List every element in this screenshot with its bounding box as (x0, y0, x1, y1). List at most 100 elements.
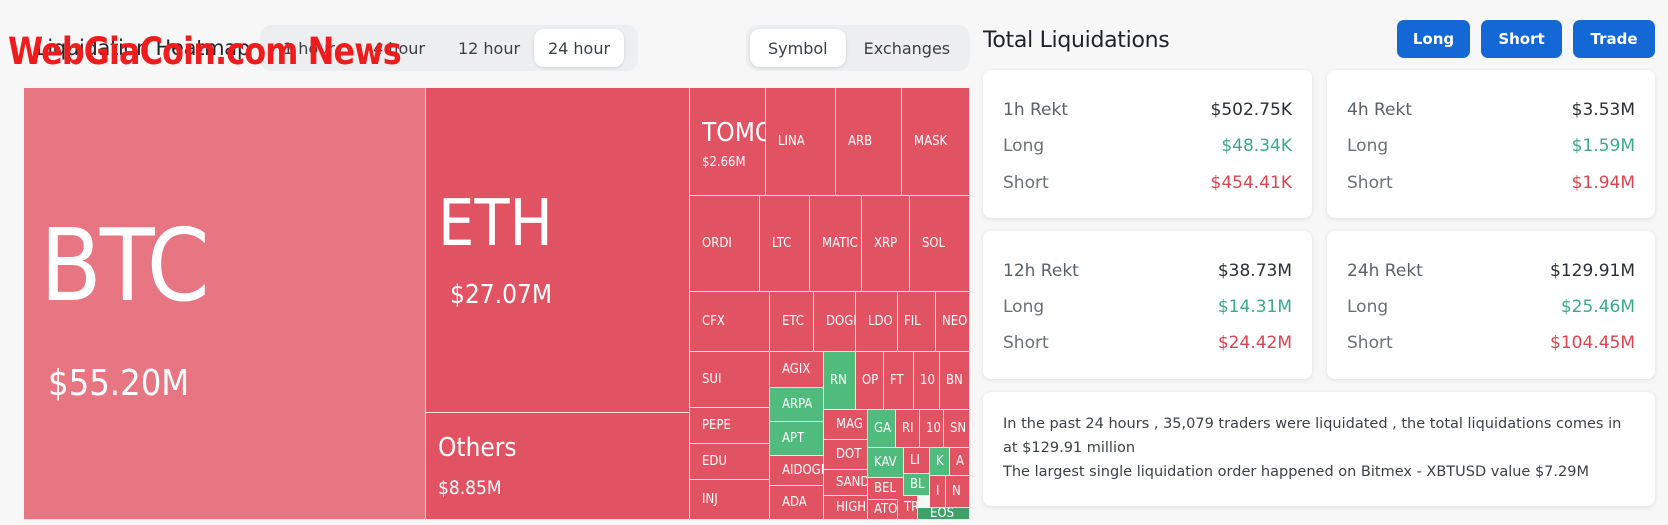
summary-line-2: The largest single liquidation order hap… (1003, 464, 1589, 480)
cell-symbol: 10 (920, 373, 935, 388)
long-label: Long (1347, 297, 1389, 317)
treemap-cell[interactable]: LINA (766, 88, 836, 196)
cell-symbol: INJ (702, 492, 718, 507)
short-button[interactable]: Short (1481, 20, 1562, 58)
treemap-cell[interactable]: APT (770, 422, 824, 456)
cell-value: $8.85M (438, 477, 502, 499)
short-value: $24.42M (1217, 333, 1292, 353)
cell-symbol: 10 (926, 421, 941, 436)
cell-symbol: CFX (702, 314, 725, 329)
treemap-cell[interactable]: INJ (690, 480, 770, 520)
treemap-cell[interactable]: KAV (868, 448, 904, 478)
treemap-cell[interactable]: LTC (760, 196, 810, 292)
liquidation-treemap: BTC $55.20M ETH $27.07M Others $8.85M TO… (24, 88, 970, 520)
treemap-cell[interactable]: SUI (690, 352, 770, 408)
treemap-cell[interactable]: MASK (902, 88, 970, 196)
treemap-cell[interactable]: A (950, 448, 970, 476)
cell-symbol: TR (904, 500, 918, 515)
card-total: $129.91M (1550, 261, 1635, 281)
heatmap-title: Liquidation Heatmap (36, 36, 250, 60)
treemap-cell[interactable]: BL (904, 474, 930, 496)
cell-symbol: ARB (848, 134, 873, 149)
treemap-cell[interactable]: ADA (770, 486, 824, 520)
treemap-cell[interactable]: NEO (936, 292, 970, 352)
card-12h-rekt: 12h Rekt $38.73M Long $14.31M Short $24.42M (983, 231, 1312, 379)
long-value: $48.34K (1221, 136, 1292, 156)
treemap-cell[interactable]: SAND (824, 470, 868, 496)
time-range-selector: 1 hour 4 hour 12 hour 24 hour (260, 25, 638, 71)
cell-value: $2.66M (702, 155, 746, 170)
treemap-cell[interactable]: BN (940, 352, 970, 410)
short-value: $454.41K (1210, 173, 1292, 193)
tab-1-hour[interactable]: 1 hour (264, 29, 354, 67)
treemap-cell[interactable]: CFX (690, 292, 770, 352)
treemap-cell[interactable]: RI (896, 410, 920, 448)
treemap-cell[interactable]: MAG (824, 410, 868, 440)
trade-button[interactable]: Trade (1573, 20, 1655, 58)
treemap-cell[interactable]: EDU (690, 444, 770, 480)
treemap-cell[interactable]: EOS (918, 508, 970, 520)
cell-symbol: ETC (782, 314, 804, 329)
treemap-cell[interactable]: MATIC (810, 196, 862, 292)
cell-symbol: EOS (930, 508, 955, 520)
treemap-cell[interactable]: I (930, 476, 946, 508)
cell-symbol: FIL (904, 314, 921, 329)
card-4h-rekt: 4h Rekt $3.53M Long $1.59M Short $1.94M (1327, 70, 1655, 218)
treemap-cell[interactable]: ARPA (770, 388, 824, 422)
treemap-cell[interactable]: RN (824, 352, 856, 410)
long-label: Long (1003, 297, 1045, 317)
long-value: $14.31M (1217, 297, 1292, 317)
short-value: $104.45M (1550, 333, 1635, 353)
cell-symbol: SUI (702, 372, 722, 387)
treemap-cell[interactable]: FIL (898, 292, 936, 352)
treemap-cell-others[interactable]: Others $8.85M (426, 413, 690, 520)
tab-4-hour[interactable]: 4 hour (354, 29, 444, 67)
card-label: 24h Rekt (1347, 261, 1423, 281)
treemap-cell-btc[interactable]: BTC $55.20M (24, 88, 426, 520)
cell-symbol: NEO (942, 314, 968, 329)
treemap-cell[interactable]: 10 (920, 410, 944, 448)
treemap-cell[interactable]: LDO (856, 292, 898, 352)
short-label: Short (1347, 173, 1393, 193)
treemap-cell[interactable]: ETC (770, 292, 814, 352)
treemap-cell[interactable]: ARB (836, 88, 902, 196)
short-value: $1.94M (1571, 173, 1635, 193)
treemap-cell[interactable]: ATO (868, 500, 898, 520)
cell-symbol: TOMO (702, 118, 765, 148)
tab-24-hour[interactable]: 24 hour (534, 29, 624, 67)
tab-symbol[interactable]: Symbol (750, 29, 846, 67)
long-value: $1.59M (1571, 136, 1635, 156)
treemap-cell[interactable]: DOGE (814, 292, 856, 352)
treemap-cell[interactable]: DOT (824, 440, 868, 470)
treemap-cell[interactable]: TR (898, 496, 918, 520)
long-button[interactable]: Long (1397, 20, 1470, 58)
treemap-cell-tomo[interactable]: TOMO $2.66M (690, 88, 766, 196)
treemap-cell[interactable]: GA (868, 410, 896, 448)
cell-symbol: FT (890, 373, 904, 388)
tab-12-hour[interactable]: 12 hour (444, 29, 534, 67)
treemap-cell[interactable]: PEPE (690, 408, 770, 444)
treemap-cell[interactable]: XRP (862, 196, 910, 292)
treemap-cell[interactable]: LI (904, 448, 930, 474)
treemap-cell[interactable]: AGIX (770, 352, 824, 388)
treemap-cell[interactable]: OP (856, 352, 884, 410)
treemap-cell[interactable]: HIGH (824, 496, 868, 520)
treemap-cell[interactable]: SN (944, 410, 970, 448)
cell-symbol: SOL (922, 236, 946, 251)
treemap-cell-eth[interactable]: ETH $27.07M (426, 88, 690, 413)
cell-symbol: LINA (778, 134, 805, 149)
treemap-cell[interactable]: 10 (914, 352, 940, 410)
short-label: Short (1003, 173, 1049, 193)
cell-symbol: ETH (438, 187, 553, 261)
treemap-cell[interactable]: N (946, 476, 970, 508)
cell-symbol: LI (910, 453, 920, 468)
cell-symbol: MATIC (822, 236, 858, 251)
cell-symbol: N (952, 484, 961, 499)
treemap-cell[interactable]: K (930, 448, 950, 476)
treemap-cell[interactable]: SOL (910, 196, 970, 292)
treemap-cell[interactable]: FT (884, 352, 914, 410)
tab-exchanges[interactable]: Exchanges (846, 29, 969, 67)
treemap-cell[interactable]: AIDOGE (770, 456, 824, 486)
cell-symbol: MAG (836, 417, 863, 432)
treemap-cell[interactable]: ORDI (690, 196, 760, 292)
